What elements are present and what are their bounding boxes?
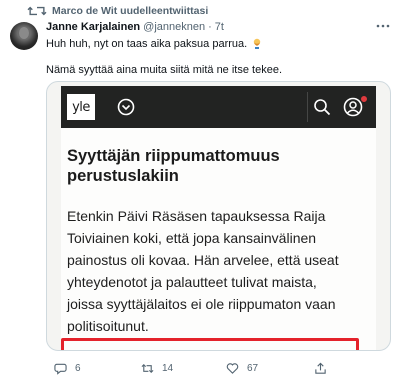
article-body-line: Etenkin Päivi Räsäsen tapauksessa Raija xyxy=(67,208,326,224)
article-body-line: painostus oli kovaa. Hän arvelee, että u… xyxy=(67,252,339,268)
tweet-header: Janne Karjalainen @janneknen · 7t xyxy=(46,21,224,33)
reply-icon xyxy=(54,363,67,375)
reply-button[interactable]: 6 xyxy=(54,362,81,375)
article-body-line: Toiviainen koki, että jopa kansainväline… xyxy=(67,230,317,246)
tweet-text-1: Huh huh, nyt on taas aika paksua parrua. xyxy=(46,38,248,50)
article-excerpt: Syyttäjän riippumattomuus perustuslakiin… xyxy=(61,128,376,350)
tweet-timestamp[interactable]: 7t xyxy=(215,21,224,33)
man-with-beard-emoji-icon xyxy=(254,38,261,49)
tweet-actions: 6 14 67 xyxy=(46,362,386,376)
retweet-count: 14 xyxy=(162,363,174,374)
share-button[interactable] xyxy=(314,362,327,375)
chevron-down-icon xyxy=(117,98,135,116)
retweet-label: Marco de Wit uudelleentwiittasi xyxy=(52,5,209,17)
yle-header-bar: yle xyxy=(61,86,376,128)
header-divider xyxy=(307,92,308,122)
retweet-context[interactable]: Marco de Wit uudelleentwiittasi xyxy=(26,4,208,18)
retweet-icon xyxy=(141,363,154,374)
article-body-line: politisoitunut. xyxy=(67,318,149,334)
retweet-button[interactable]: 14 xyxy=(141,362,173,375)
media-image[interactable]: yle Syyttäjän riippumattomuus perustusla… xyxy=(46,81,391,351)
search-icon xyxy=(314,99,331,116)
retweet-icon xyxy=(27,6,47,16)
author-name[interactable]: Janne Karjalainen xyxy=(46,21,140,33)
reply-count: 6 xyxy=(75,363,81,374)
tweet-text-line-1: Huh huh, nyt on taas aika paksua parrua. xyxy=(46,37,262,51)
separator-dot: · xyxy=(208,21,212,33)
notification-dot xyxy=(360,95,368,103)
red-highlight-box xyxy=(61,338,359,350)
like-button[interactable]: 67 xyxy=(226,362,258,375)
avatar[interactable] xyxy=(10,22,38,50)
tweet-text-line-2: Nämä syyttää aina muita siitä mitä ne it… xyxy=(46,64,282,76)
heart-icon xyxy=(226,363,239,374)
article-body-line: yhteydenotot ja palautteet tulivat maist… xyxy=(67,274,317,290)
yle-logo: yle xyxy=(67,94,95,120)
like-count: 67 xyxy=(247,363,259,374)
share-icon xyxy=(315,362,326,374)
article-headline: Syyttäjän riippumattomuus perustuslakiin xyxy=(67,147,280,185)
article-body-line: joissa syyttäjälaitos ei ole riippumaton… xyxy=(67,296,336,312)
more-options-icon[interactable] xyxy=(374,20,392,32)
author-handle[interactable]: @janneknen xyxy=(143,21,205,33)
